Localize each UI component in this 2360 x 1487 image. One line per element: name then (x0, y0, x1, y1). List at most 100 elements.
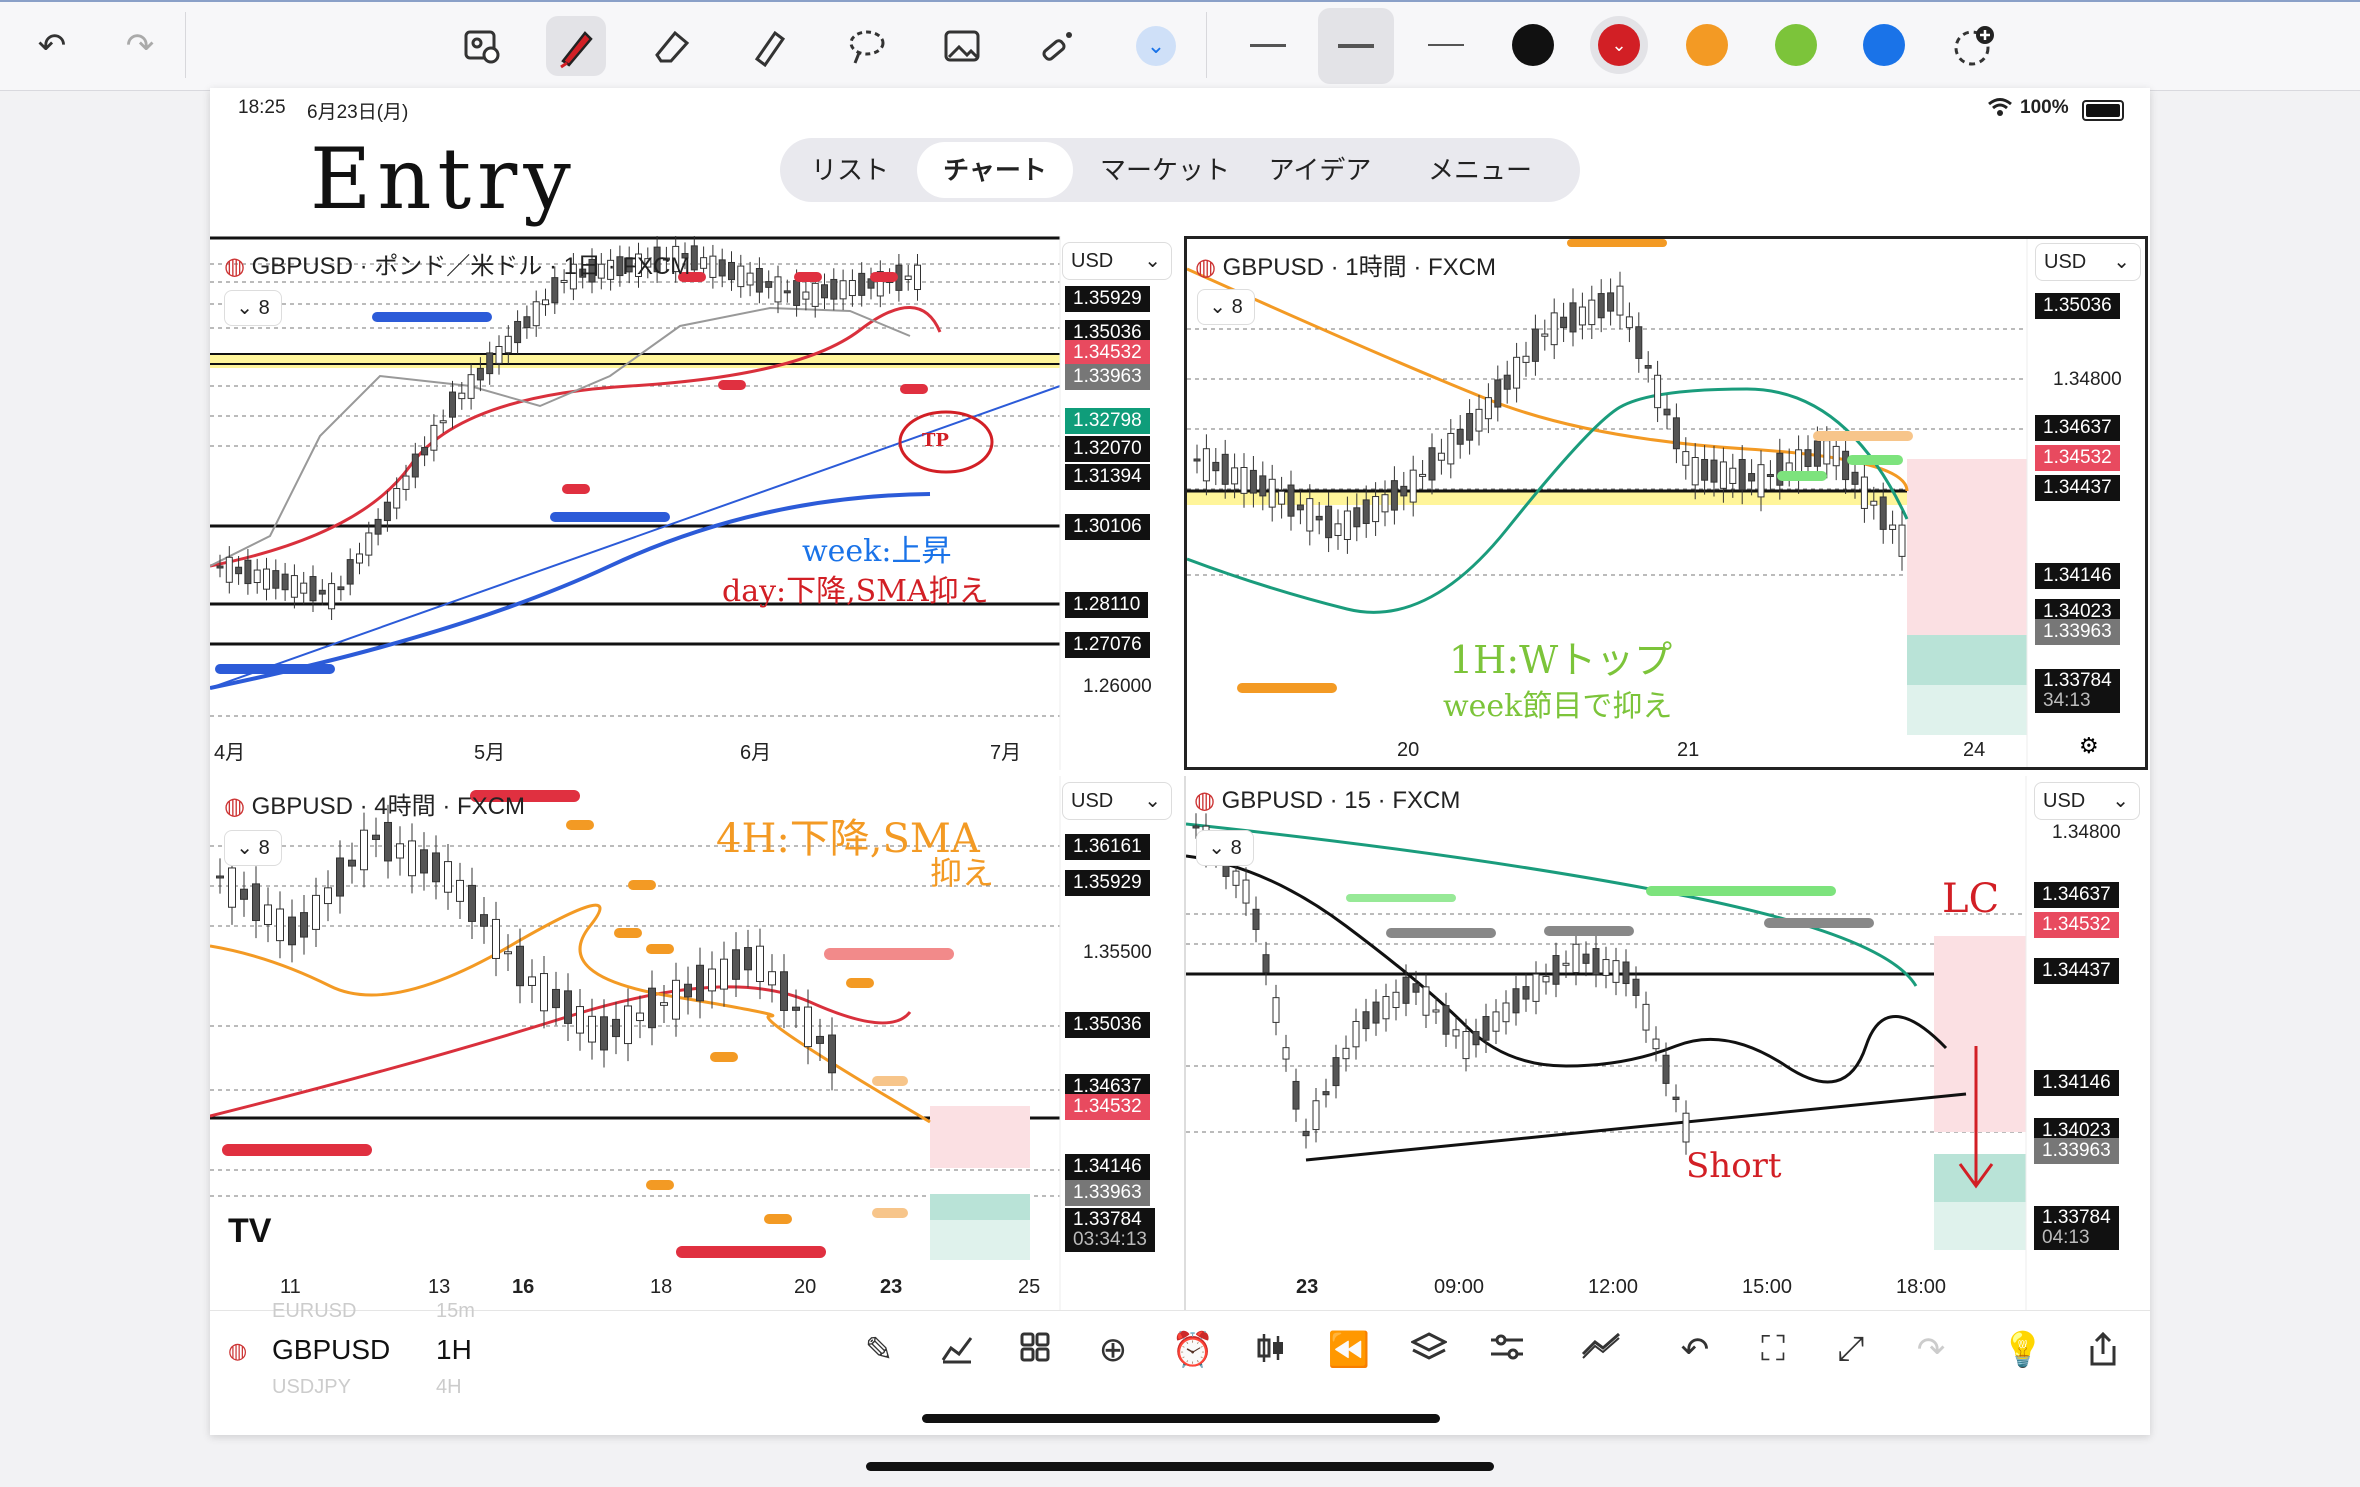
h1-last-price-value: 1.33784 (2043, 670, 2112, 691)
nav-list[interactable]: リスト (800, 138, 900, 202)
color-red[interactable]: ⌄ (1598, 24, 1640, 66)
candle-body (1578, 306, 1586, 326)
candle-body (1582, 953, 1590, 964)
redo-icon[interactable]: ↷ (1906, 1330, 1956, 1370)
layout-icon[interactable] (1010, 1330, 1060, 1373)
layers-icon[interactable] (1404, 1330, 1454, 1373)
h4-indicator-count: 8 (258, 837, 270, 859)
candle-body (439, 420, 447, 424)
candle-body (444, 861, 452, 893)
undo-icon[interactable]: ↶ (1670, 1330, 1720, 1370)
undo-icon[interactable]: ↶ (22, 16, 82, 76)
color-orange[interactable] (1686, 24, 1728, 66)
candle-body (1362, 499, 1370, 524)
chart-15m[interactable]: ◍ GBPUSD · 15 · FXCM ⌄ 8 USD ⌄ 1.34800 1… (1184, 776, 2150, 1310)
h4-currency-select[interactable]: USD ⌄ (1062, 782, 1172, 820)
candle-body (660, 1002, 668, 1006)
nav-market[interactable]: マーケット (1090, 138, 1240, 202)
candle-body (718, 259, 726, 277)
nav-chart[interactable]: チャート (917, 142, 1073, 198)
bottom-symbol[interactable]: GBPUSD (272, 1334, 390, 1366)
color-green[interactable] (1775, 24, 1817, 66)
daily-currency-select[interactable]: USD ⌄ (1062, 242, 1172, 280)
lasso-icon[interactable] (836, 16, 896, 76)
candle-body (476, 367, 484, 381)
replay-icon[interactable]: ⏪ (1324, 1330, 1374, 1370)
color-blue[interactable] (1863, 24, 1905, 66)
h4-x-label: 20 (794, 1276, 817, 1298)
nav-idea[interactable]: アイデア (1255, 138, 1385, 202)
candle-body (1532, 973, 1540, 1002)
chart-4h[interactable]: ◍ GBPUSD · 4時間 · FXCM ⌄ 8 USD ⌄ 1.36161 … (210, 776, 1180, 1310)
settings-icon[interactable] (1482, 1330, 1532, 1373)
candle-body (1632, 978, 1640, 996)
candle-body (1612, 960, 1620, 983)
candle-body (514, 320, 522, 344)
highlighter-icon[interactable] (738, 16, 798, 76)
candle-body (1572, 943, 1580, 974)
flag-icon: ◍ (228, 1338, 248, 1363)
candle-body (1691, 457, 1699, 486)
candle-body (1701, 458, 1709, 481)
fullscreen-icon[interactable]: ⛶ (1748, 1330, 1798, 1369)
add-color-icon[interactable] (1944, 16, 2004, 76)
m15-price-label: 1.34800 (2052, 822, 2121, 843)
hairline-stroke-option[interactable] (1428, 44, 1464, 46)
thin-stroke-option[interactable] (1250, 44, 1286, 47)
add-icon[interactable]: ⊕ (1088, 1330, 1138, 1370)
candle-body (756, 945, 764, 983)
indicators-icon[interactable] (932, 1330, 982, 1375)
bottom-interval[interactable]: 1H (436, 1334, 472, 1366)
candle-body (737, 265, 745, 288)
candle-body (1512, 988, 1520, 1014)
candle-body (1541, 333, 1549, 337)
candle-body (1652, 1038, 1660, 1050)
expand-icon[interactable]: ⤢ (1826, 1330, 1876, 1369)
pen-icon[interactable] (546, 16, 606, 76)
color-black[interactable] (1512, 24, 1554, 66)
daily-indicator-count: 8 (258, 297, 270, 319)
chevron-down-icon[interactable]: ⌄ (1126, 16, 1186, 76)
h4-title-text: GBPUSD · 4時間 · FXCM (251, 793, 525, 820)
chart-daily[interactable]: ◍ GBPUSD · ポンド／米ドル · 1日 · FXCM ⌄ 8 USD ⌄… (210, 236, 1180, 770)
magic-wand-icon[interactable] (1028, 16, 1088, 76)
candle-body (1252, 908, 1260, 930)
share-icon[interactable] (2078, 1330, 2128, 1377)
candle-body (528, 976, 536, 986)
nav-menu[interactable]: メニュー (1405, 138, 1555, 202)
candle-body (336, 857, 344, 897)
chart-type-icon[interactable] (1246, 1330, 1296, 1375)
settings-icon[interactable]: ⚙ (2079, 733, 2099, 759)
m15-last-price: 1.33784 04:13 (2034, 1206, 2119, 1250)
idea-icon[interactable]: 💡 (1998, 1330, 2048, 1370)
h1-indicator-toggle[interactable]: ⌄ 8 (1197, 289, 1255, 325)
compare-icon[interactable] (1576, 1330, 1626, 1369)
candle-body (1390, 480, 1398, 511)
drawing-tools-icon[interactable]: ✎ (854, 1330, 904, 1370)
m15-indicator-toggle[interactable]: ⌄ 8 (1196, 830, 1254, 866)
candle-body (1860, 476, 1868, 509)
candle-body (1392, 991, 1400, 1009)
candle-body (576, 1006, 584, 1034)
candle-body (1635, 326, 1643, 359)
candle-body (1282, 1047, 1290, 1060)
candle-body (1642, 1003, 1650, 1031)
eraser-icon[interactable] (642, 16, 702, 76)
m15-currency-select[interactable]: USD ⌄ (2034, 782, 2140, 820)
candle-body (1342, 1047, 1350, 1060)
candle-body (263, 568, 270, 590)
chart-1h[interactable]: ◍ GBPUSD · 1時間 · FXCM ⌄ 8 USD ⌄ 1.35036 … (1184, 236, 2148, 770)
candle-body (504, 335, 512, 354)
daily-indicator-toggle[interactable]: ⌄ 8 (224, 290, 282, 326)
h4-indicator-toggle[interactable]: ⌄ 8 (224, 830, 282, 866)
candle-body (1550, 312, 1558, 346)
alert-icon[interactable]: ⏰ (1168, 1330, 1218, 1370)
h1-price-label: 1.33963 (2035, 619, 2120, 645)
candle-body (1616, 285, 1624, 316)
image-icon[interactable] (932, 16, 992, 76)
candle-body (828, 1034, 836, 1074)
redo-icon[interactable]: ↷ (110, 16, 170, 76)
image-insert-icon[interactable] (452, 16, 512, 76)
candle-body (1292, 1080, 1300, 1110)
h1-currency-select[interactable]: USD ⌄ (2035, 243, 2141, 281)
